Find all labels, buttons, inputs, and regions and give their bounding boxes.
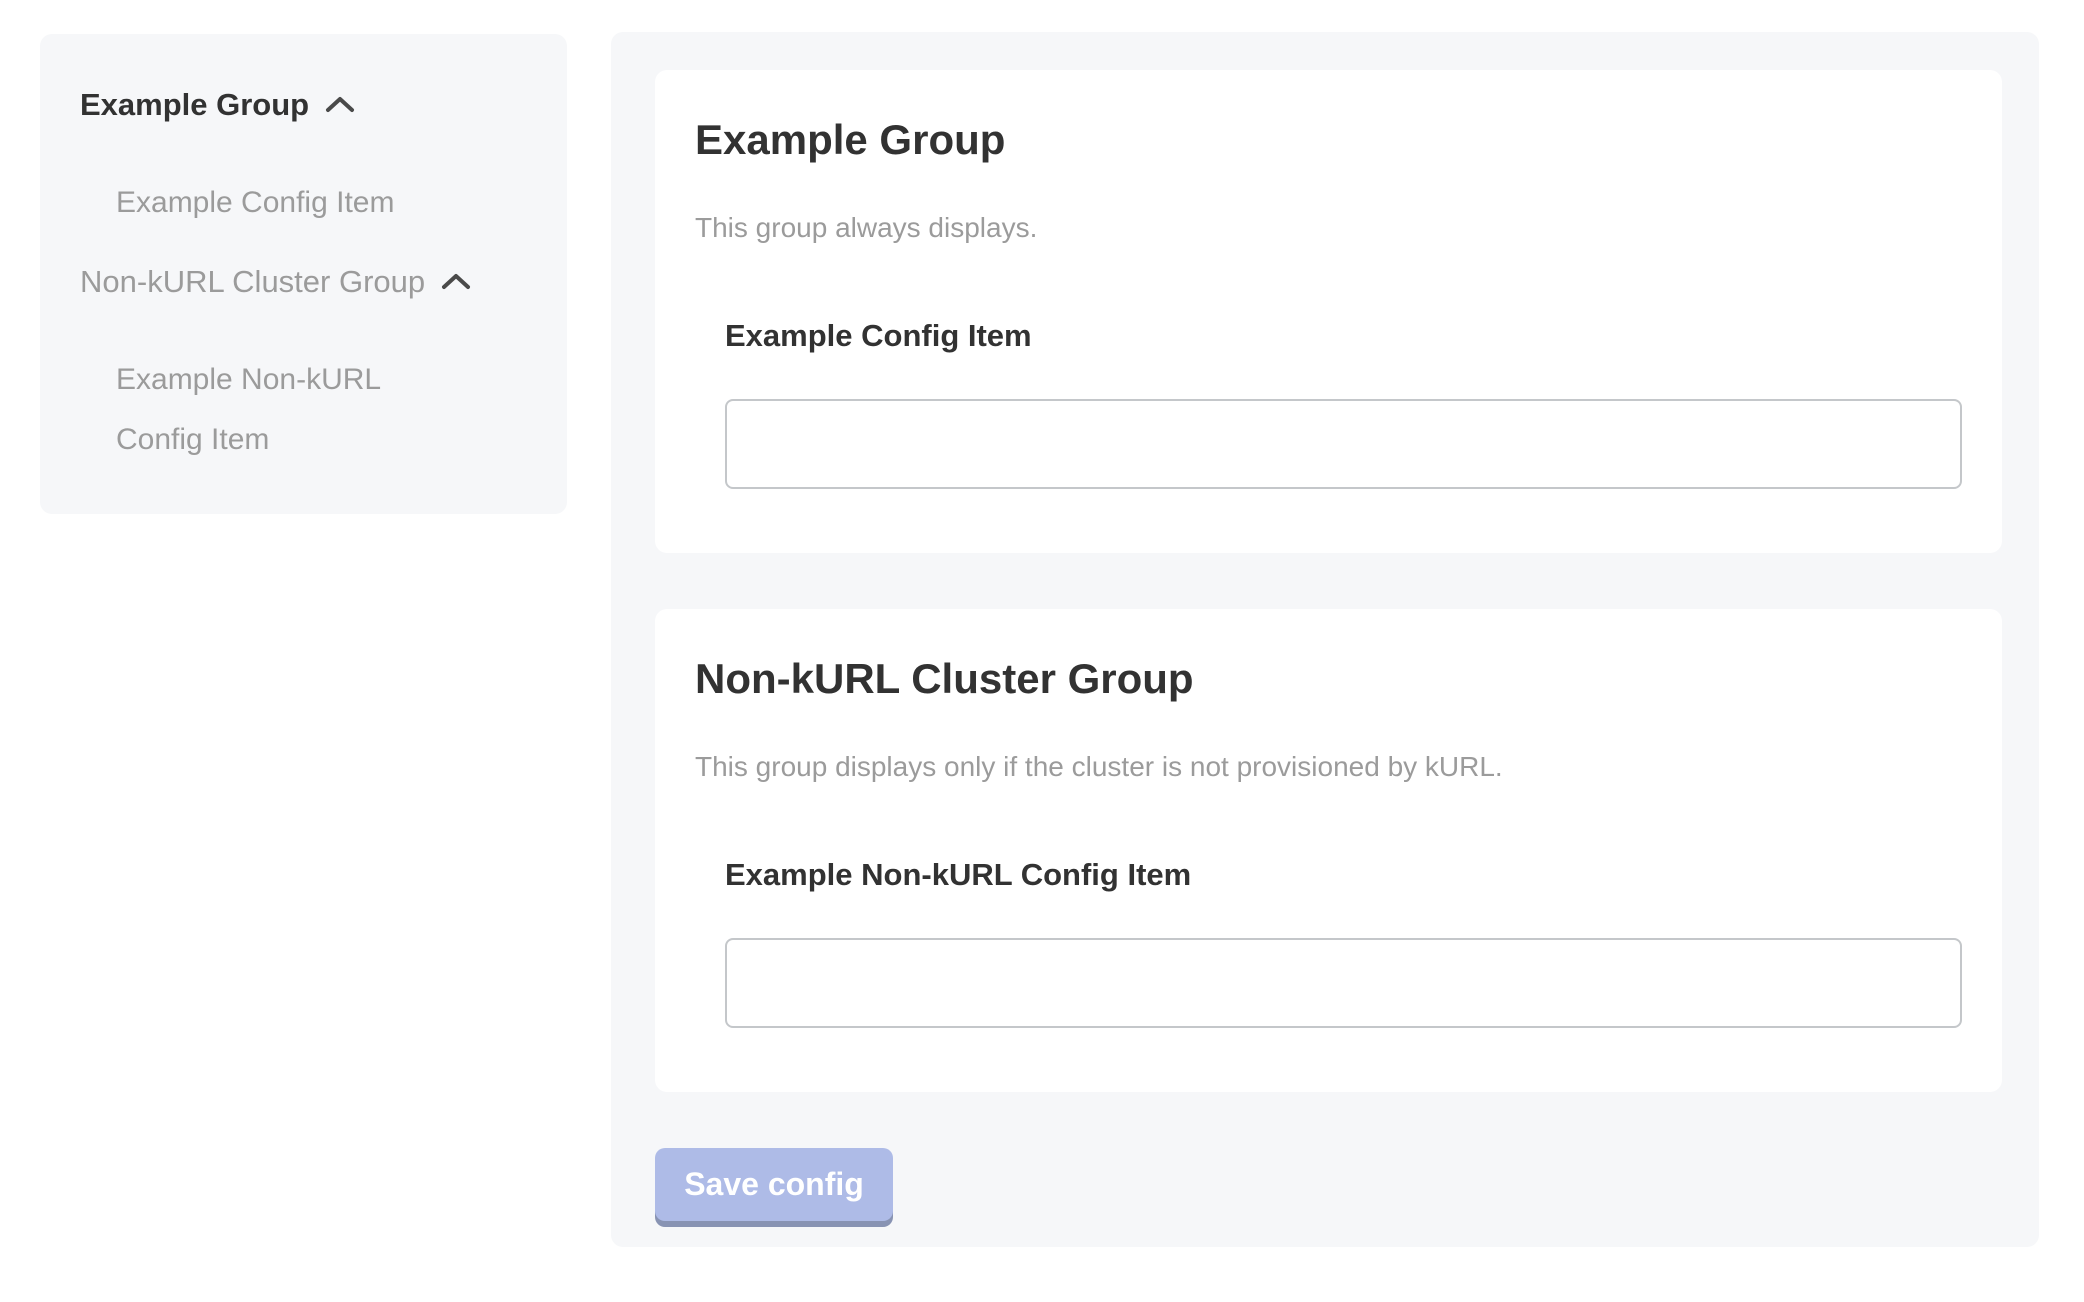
field-label: Example Config Item [725,317,1962,354]
save-config-button[interactable]: Save config [655,1148,893,1221]
config-nav-sidebar: Example Group Example Config Item Non-kU… [40,34,567,514]
example-non-kurl-config-item-input[interactable] [725,938,1962,1028]
chevron-up-icon[interactable] [325,96,355,113]
config-field: Example Non-kURL Config Item [725,856,1962,1028]
group-title: Example Group [695,115,1962,165]
example-config-item-input[interactable] [725,399,1962,489]
sidebar-group-label: Non-kURL Cluster Group [80,263,425,300]
config-group-card-non-kurl-cluster-group: Non-kURL Cluster Group This group displa… [655,609,2002,1092]
sidebar-group-label: Example Group [80,86,309,123]
group-description: This group displays only if the cluster … [695,750,1962,784]
config-group-card-example-group: Example Group This group always displays… [655,70,2002,553]
config-panel: Example Group This group always displays… [611,32,2039,1247]
sidebar-item-example-config-item[interactable]: Example Config Item [116,173,446,233]
sidebar-group-non-kurl-cluster-group[interactable]: Non-kURL Cluster Group [80,263,531,300]
sidebar-item-example-non-kurl-config-item[interactable]: Example Non-kURL Config Item [116,350,446,470]
group-title: Non-kURL Cluster Group [695,654,1962,704]
sidebar-group-example-group[interactable]: Example Group [80,86,531,123]
field-label: Example Non-kURL Config Item [725,856,1962,893]
group-description: This group always displays. [695,211,1962,245]
config-field: Example Config Item [725,317,1962,489]
chevron-up-icon[interactable] [441,273,471,290]
